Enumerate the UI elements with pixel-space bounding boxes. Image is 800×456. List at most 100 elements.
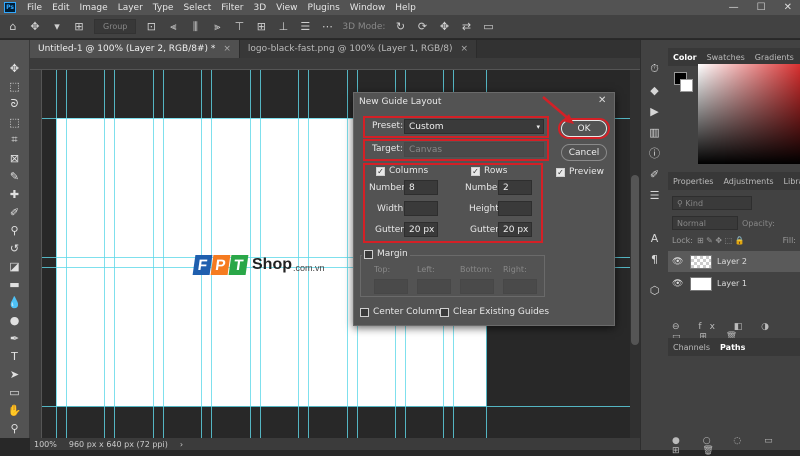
horizontal-ruler[interactable]: [30, 58, 664, 70]
rows-number-input[interactable]: 2: [498, 180, 532, 195]
crop-tool-icon[interactable]: ⌗: [4, 132, 26, 148]
history-icon[interactable]: ⏱: [647, 62, 663, 76]
minimize-button[interactable]: —: [729, 2, 739, 13]
navigator-icon[interactable]: ◆: [647, 83, 663, 97]
object-select-tool-icon[interactable]: ⬚: [4, 114, 26, 130]
menu-file[interactable]: File: [22, 3, 47, 13]
chevron-down-icon[interactable]: ▾: [50, 20, 64, 34]
group-dropdown[interactable]: Group: [94, 19, 137, 34]
guide-line[interactable]: [347, 70, 348, 438]
type-tool-icon[interactable]: T: [4, 348, 26, 364]
tab-color[interactable]: Color: [668, 53, 702, 62]
close-icon[interactable]: ✕: [598, 95, 606, 106]
move-tool-icon[interactable]: ✥: [28, 20, 42, 34]
tab-logo-black-fast[interactable]: logo-black-fast.png @ 100% (Layer 1, RGB…: [239, 40, 478, 58]
guide-line[interactable]: [298, 70, 299, 438]
guide-line[interactable]: [250, 70, 251, 438]
columns-number-input[interactable]: 8: [404, 180, 438, 195]
menu-window[interactable]: Window: [345, 3, 391, 13]
auto-select-icon[interactable]: ⊞: [72, 20, 86, 34]
clear-guides-checkbox[interactable]: [440, 307, 449, 317]
margin-checkbox[interactable]: [364, 249, 373, 259]
3d-roll-icon[interactable]: ⟳: [415, 20, 429, 34]
lock-icons[interactable]: ⊞ ✎ ✥ ⬚ 🔒: [697, 236, 745, 245]
history-brush-icon[interactable]: ↺: [4, 240, 26, 256]
guide-line[interactable]: [66, 70, 67, 438]
eyedropper-tool-icon[interactable]: ✎: [4, 168, 26, 184]
menu-3d[interactable]: 3D: [249, 3, 272, 13]
guide-line[interactable]: [114, 70, 115, 438]
eye-icon[interactable]: 👁: [672, 279, 686, 289]
guide-line[interactable]: [308, 70, 309, 438]
brush-settings-icon[interactable]: ✐: [647, 167, 663, 181]
close-icon[interactable]: ×: [223, 44, 231, 54]
clear-guides-toggle[interactable]: Clear Existing Guides: [440, 307, 549, 317]
more-options-icon[interactable]: ⋯: [320, 20, 334, 34]
guide-line[interactable]: [104, 70, 105, 438]
menu-plugins[interactable]: Plugins: [303, 3, 345, 13]
eraser-tool-icon[interactable]: ◪: [4, 258, 26, 274]
tab-swatches[interactable]: Swatches: [702, 53, 750, 62]
columns-gutter-input[interactable]: 20 px: [404, 222, 438, 237]
background-color-swatch[interactable]: [680, 79, 693, 92]
align-middle-icon[interactable]: ⊞: [254, 20, 268, 34]
preset-select[interactable]: Custom ▾: [404, 119, 544, 134]
layer-row-layer-1[interactable]: 👁 Layer 1: [668, 273, 800, 294]
columns-toggle[interactable]: ✓ Columns: [376, 166, 428, 176]
center-columns-checkbox[interactable]: [360, 307, 369, 317]
3d-icon[interactable]: ⬡: [647, 283, 663, 297]
info-icon[interactable]: ⓘ: [647, 146, 663, 160]
hand-tool-icon[interactable]: ✋: [4, 402, 26, 418]
3d-camera-icon[interactable]: ▭: [481, 20, 495, 34]
lasso-tool-icon[interactable]: ᘐ: [4, 96, 26, 112]
blur-tool-icon[interactable]: 💧: [4, 294, 26, 310]
center-columns-toggle[interactable]: Center Columns: [360, 307, 445, 317]
guide-line[interactable]: [201, 70, 202, 438]
histogram-icon[interactable]: ▥: [647, 125, 663, 139]
tab-libraries[interactable]: Libraries: [779, 177, 800, 186]
paragraph-icon[interactable]: ¶: [647, 252, 663, 266]
tab-gradients[interactable]: Gradients: [750, 53, 799, 62]
path-select-icon[interactable]: ➤: [4, 366, 26, 382]
margin-toggle[interactable]: Margin: [362, 249, 410, 259]
frame-tool-icon[interactable]: ⊠: [4, 150, 26, 166]
rows-gutter-input[interactable]: 20 px: [498, 222, 532, 237]
tab-channels[interactable]: Channels: [668, 343, 715, 352]
tab-paths[interactable]: Paths: [715, 343, 750, 352]
cancel-button[interactable]: Cancel: [561, 144, 607, 161]
vertical-ruler[interactable]: [30, 70, 42, 438]
align-center-icon[interactable]: ⫼: [188, 20, 202, 34]
rows-toggle[interactable]: ✓ Rows: [471, 166, 507, 176]
dodge-tool-icon[interactable]: ●: [4, 312, 26, 328]
align-right-icon[interactable]: ⫸: [210, 20, 224, 34]
align-left-icon[interactable]: ⫷: [166, 20, 180, 34]
tab-adjustments[interactable]: Adjustments: [718, 177, 778, 186]
3d-orbit-icon[interactable]: ↻: [393, 20, 407, 34]
menu-edit[interactable]: Edit: [47, 3, 74, 13]
healing-brush-icon[interactable]: ✚: [4, 186, 26, 202]
preview-toggle[interactable]: ✓ Preview: [556, 167, 604, 177]
guide-line[interactable]: [56, 70, 57, 438]
close-icon[interactable]: ×: [461, 44, 469, 54]
guide-line[interactable]: [260, 70, 261, 438]
guide-line[interactable]: [211, 70, 212, 438]
brush-tool-icon[interactable]: ✐: [4, 204, 26, 220]
guide-line[interactable]: [163, 70, 164, 438]
align-top-icon[interactable]: ⊤: [232, 20, 246, 34]
move-tool-icon[interactable]: ✥: [4, 60, 26, 76]
distribute-icon[interactable]: ☰: [298, 20, 312, 34]
marquee-tool-icon[interactable]: ⬚: [4, 78, 26, 94]
layer-row-layer-2[interactable]: 👁 Layer 2: [668, 251, 800, 272]
zoom-level[interactable]: 100%: [34, 440, 57, 449]
guide-line[interactable]: [153, 70, 154, 438]
gradient-tool-icon[interactable]: ▬: [4, 276, 26, 292]
eye-icon[interactable]: 👁: [672, 257, 686, 267]
close-window-button[interactable]: ✕: [784, 2, 792, 13]
tab-properties[interactable]: Properties: [668, 177, 718, 186]
3d-pan-icon[interactable]: ✥: [437, 20, 451, 34]
menu-help[interactable]: Help: [390, 3, 421, 13]
tab-untitled-1[interactable]: Untitled-1 @ 100% (Layer 2, RGB/8#) * ×: [30, 40, 240, 58]
menu-layer[interactable]: Layer: [113, 3, 148, 13]
blend-mode-select[interactable]: Normal: [672, 216, 738, 230]
menu-image[interactable]: Image: [75, 3, 113, 13]
